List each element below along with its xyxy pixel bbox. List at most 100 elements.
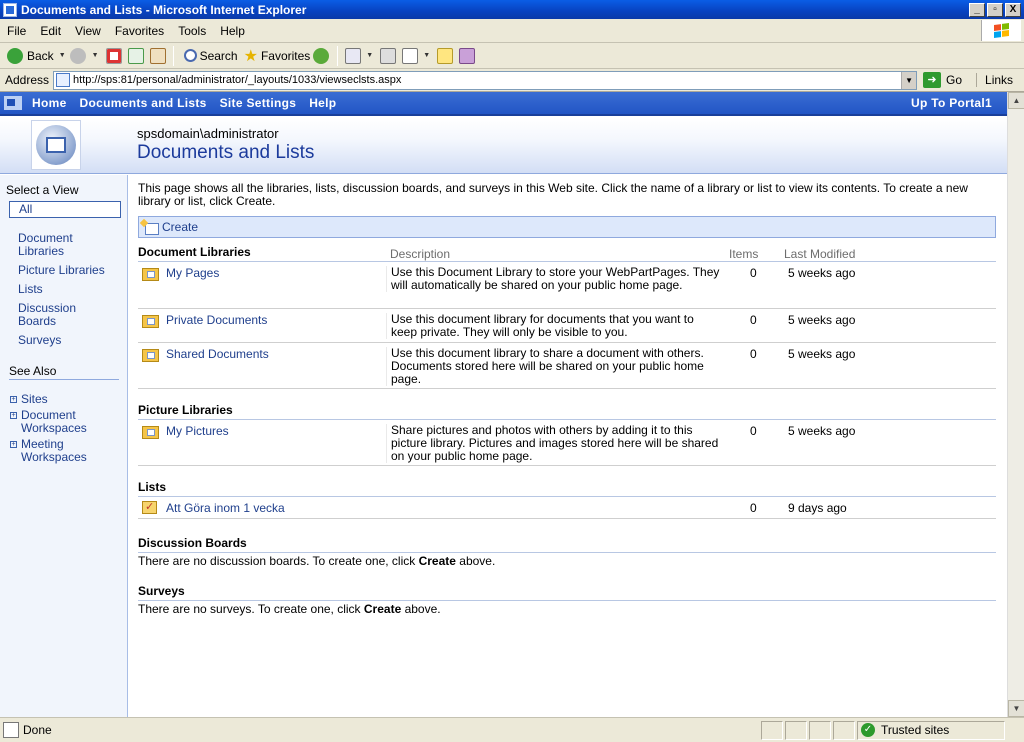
edit-dropdown-icon[interactable]: ▼ [423, 52, 430, 59]
go-button[interactable]: ➜ Go [923, 72, 962, 88]
library-link-shared-documents[interactable]: Shared Documents [166, 347, 269, 361]
library-link-my-pictures[interactable]: My Pictures [166, 424, 229, 438]
document-library-icon [142, 266, 159, 281]
trusted-check-icon: ✓ [861, 723, 875, 737]
home-icon[interactable] [149, 47, 166, 64]
up-to-portal-link[interactable]: Up To Portal1 [911, 96, 992, 110]
favorites-button[interactable]: ★ Favorites [241, 45, 314, 67]
discussion-empty-message: There are no discussion boards. To creat… [138, 554, 495, 568]
see-also-sites-link[interactable]: + Sites [10, 393, 48, 406]
nav-home[interactable]: Home [32, 96, 67, 110]
expand-plus-icon: + [10, 441, 17, 448]
section-title: Document Libraries [138, 245, 251, 259]
address-dropdown-icon[interactable]: ▼ [901, 71, 917, 89]
library-link-my-pages[interactable]: My Pages [166, 266, 219, 280]
mail-icon[interactable] [345, 47, 362, 64]
message-text: There are no surveys. To create one, cli… [138, 602, 364, 616]
row-last-modified: 5 weeks ago [788, 266, 856, 280]
forward-button[interactable] [69, 47, 86, 64]
menu-favorites[interactable]: Favorites [108, 24, 171, 38]
menu-bar: File Edit View Favorites Tools Help [0, 19, 1024, 43]
document-library-icon [142, 313, 159, 328]
go-label: Go [946, 73, 963, 87]
scroll-down-icon[interactable]: ▼ [1008, 700, 1024, 717]
menu-file[interactable]: File [0, 24, 33, 38]
forward-dropdown-icon[interactable]: ▼ [92, 52, 99, 59]
refresh-icon[interactable] [127, 47, 144, 64]
view-discussion-boards-link[interactable]: Discussion Boards [18, 302, 98, 328]
address-label: Address [5, 73, 50, 87]
page-icon [56, 73, 71, 87]
security-zone[interactable]: ✓ Trusted sites [857, 720, 1005, 740]
minimize-button[interactable]: _ [969, 2, 985, 17]
table-row: Private Documents Use this document libr… [138, 309, 996, 343]
library-link-private-documents[interactable]: Private Documents [166, 313, 267, 327]
links-button[interactable]: Links [976, 73, 1013, 87]
row-last-modified: 5 weeks ago [788, 313, 856, 327]
back-button[interactable]: Back [4, 45, 57, 67]
menu-tools[interactable]: Tools [171, 24, 213, 38]
row-last-modified: 5 weeks ago [788, 424, 856, 438]
section-title: Lists [138, 480, 167, 494]
column-description: Description [390, 247, 451, 261]
section-title: Surveys [138, 584, 185, 598]
expand-plus-icon: + [10, 396, 17, 403]
section-discussion-boards: Discussion Boards [138, 536, 996, 553]
status-text: Done [23, 723, 52, 737]
row-item-count: 0 [750, 501, 757, 515]
messenger-icon[interactable] [459, 47, 476, 64]
maximize-button[interactable]: ▫ [987, 2, 1003, 17]
mail-dropdown-icon[interactable]: ▼ [366, 52, 373, 59]
message-bold: Create [418, 554, 456, 568]
row-item-count: 0 [750, 266, 757, 280]
document-library-icon [142, 347, 159, 362]
menu-help[interactable]: Help [213, 24, 252, 38]
row-item-count: 0 [750, 313, 757, 327]
create-icon [141, 220, 159, 235]
row-last-modified: 5 weeks ago [788, 347, 856, 361]
media-icon[interactable] [313, 47, 330, 64]
menu-edit[interactable]: Edit [33, 24, 68, 38]
search-button[interactable]: Search [178, 45, 241, 67]
view-picture-libraries-link[interactable]: Picture Libraries [18, 264, 105, 277]
see-also-document-workspaces-label: Document Workspaces [21, 408, 87, 435]
view-all-link[interactable]: All [9, 201, 121, 218]
message-text: There are no discussion boards. To creat… [138, 554, 419, 568]
message-bold: Create [363, 602, 402, 616]
scroll-up-icon[interactable]: ▲ [1008, 92, 1024, 109]
left-navigation: Select a View All Document Libraries Pic… [0, 175, 128, 717]
vertical-scrollbar[interactable]: ▲ ▼ [1007, 92, 1024, 717]
create-link[interactable]: Create [162, 220, 198, 234]
view-document-libraries-link[interactable]: Document Libraries [18, 232, 108, 258]
list-link-att-gora[interactable]: Att Göra inom 1 vecka [166, 501, 285, 515]
table-row: My Pictures Share pictures and photos wi… [138, 420, 996, 466]
discuss-icon[interactable] [437, 47, 454, 64]
nav-site-settings[interactable]: Site Settings [220, 96, 297, 110]
see-also-document-workspaces-link[interactable]: + Document Workspaces [10, 409, 110, 435]
view-lists-link[interactable]: Lists [18, 283, 43, 296]
row-item-count: 0 [750, 347, 757, 361]
row-description: Use this document library for documents … [386, 313, 722, 339]
see-also-heading: See Also [9, 364, 119, 380]
see-also-meeting-workspaces-link[interactable]: + Meeting Workspaces [10, 438, 110, 464]
stop-icon[interactable] [105, 47, 122, 64]
close-button[interactable]: X [1005, 2, 1021, 17]
section-lists: Lists [138, 480, 996, 497]
nav-help[interactable]: Help [309, 96, 336, 110]
print-icon[interactable] [380, 47, 397, 64]
edit-icon[interactable] [402, 47, 419, 64]
row-last-modified: 9 days ago [788, 501, 847, 515]
section-document-libraries: Document Libraries Description Items Las… [138, 245, 996, 262]
message-text: above. [455, 554, 496, 568]
site-logo [31, 120, 81, 170]
view-surveys-link[interactable]: Surveys [18, 334, 61, 347]
back-arrow-icon [7, 47, 23, 64]
message-text: above. [401, 602, 441, 616]
nav-documents-and-lists[interactable]: Documents and Lists [80, 96, 207, 110]
menu-view[interactable]: View [68, 24, 108, 38]
back-dropdown-icon[interactable]: ▼ [59, 52, 66, 59]
column-items: Items [729, 247, 759, 261]
address-url[interactable]: http://sps:81/personal/administrator/_la… [73, 74, 401, 86]
address-input[interactable]: http://sps:81/personal/administrator/_la… [53, 70, 918, 90]
favorites-star-icon: ★ [243, 47, 258, 65]
